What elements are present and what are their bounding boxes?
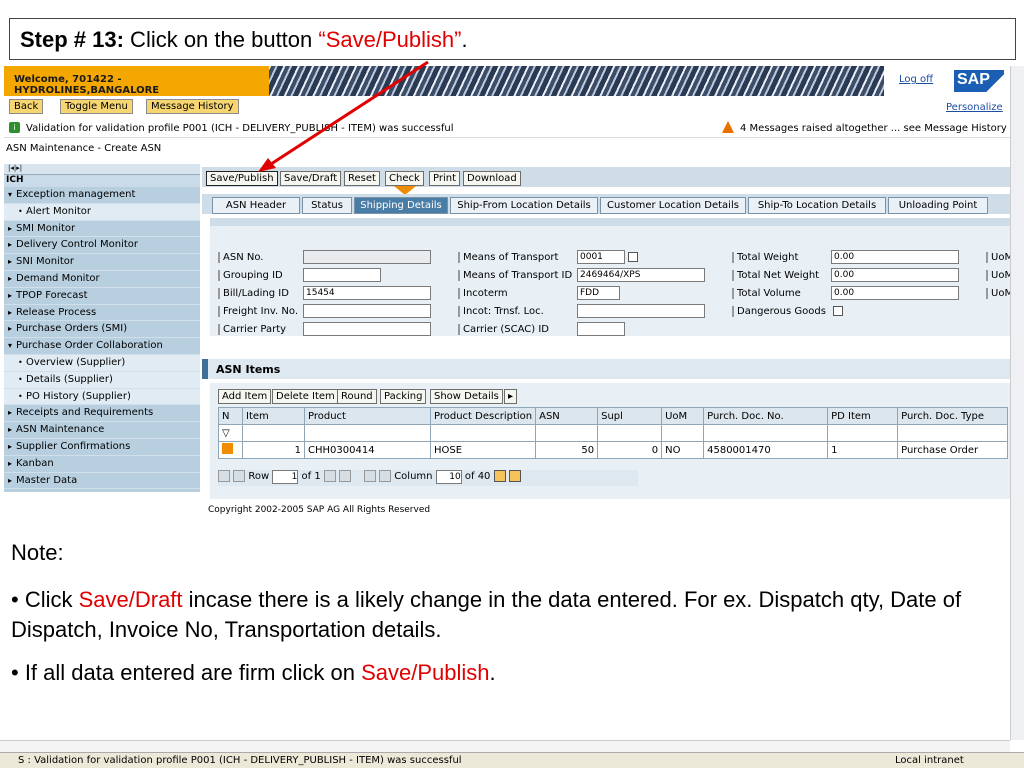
note-text: . bbox=[489, 660, 496, 685]
note-bullet-1: • Click Save/Draft incase there is a lik… bbox=[11, 585, 1001, 645]
copyright: Copyright 2002-2005 SAP AG All Rights Re… bbox=[208, 505, 431, 515]
note-text: • Click bbox=[11, 587, 79, 612]
status-text: S : Validation for validation profile P0… bbox=[18, 755, 462, 766]
note-text: • If all data entered are firm click on bbox=[11, 660, 362, 685]
note-highlight: Save/Draft bbox=[78, 587, 183, 612]
browser-status-bar: S : Validation for validation profile P0… bbox=[0, 752, 1024, 768]
note-bullet-2: • If all data entered are firm click on … bbox=[11, 660, 496, 686]
vertical-scrollbar[interactable] bbox=[1010, 66, 1024, 740]
note-highlight: Save/Publish bbox=[361, 660, 490, 685]
horizontal-scrollbar[interactable] bbox=[0, 740, 1010, 752]
security-zone: Local intranet bbox=[895, 755, 964, 766]
note-title: Note: bbox=[11, 540, 64, 565]
annotation-arrow bbox=[258, 60, 429, 172]
